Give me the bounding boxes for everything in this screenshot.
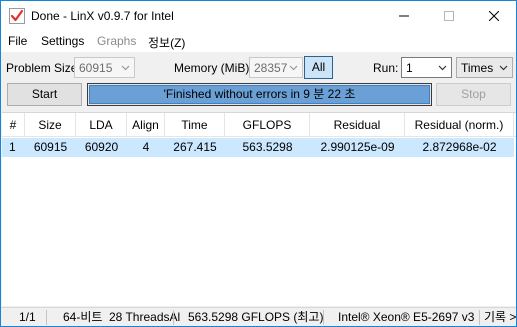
run-unit-combo[interactable]: Times <box>456 57 513 78</box>
memory-combo[interactable]: 28357 <box>249 57 303 78</box>
column-header-lda[interactable]: LDA <box>76 113 127 137</box>
start-button[interactable]: Start <box>7 83 82 106</box>
status-gflops: 563.5298 GFLOPS (최고) <box>188 310 324 324</box>
checkmark-app-icon <box>9 8 25 24</box>
cell-gflops: 563.5298 <box>242 140 293 154</box>
status-separator <box>173 310 174 325</box>
maximize-button[interactable] <box>426 1 471 31</box>
run-count-combo[interactable]: 1 <box>401 57 452 78</box>
problem-size-value: 60915 <box>79 61 113 75</box>
maximize-icon <box>443 11 454 21</box>
cell-size: 60915 <box>33 140 68 154</box>
run-unit-value: Times <box>461 61 494 75</box>
cell-residual: 2.990125e-09 <box>320 140 395 154</box>
chevron-down-icon <box>499 65 508 71</box>
status-separator <box>479 310 480 325</box>
column-header-residual-norm[interactable]: Residual (norm.) <box>405 113 514 137</box>
status-message: 'Finished without errors in 9 분 22 초 <box>163 87 356 101</box>
status-threads: 28 ThreadsAl <box>109 310 181 324</box>
column-header-gflops[interactable]: GFLOPS <box>225 113 310 137</box>
run-label: Run: <box>373 61 399 75</box>
column-header-time[interactable]: Time <box>165 113 225 137</box>
menu-bar: File Settings Graphs 정보(Z) <box>1 31 516 52</box>
all-memory-button[interactable]: All <box>304 56 333 79</box>
column-header-size[interactable]: Size <box>25 113 76 137</box>
title-bar[interactable]: Done - LinX v0.9.7 for Intel <box>1 1 516 31</box>
log-button[interactable]: 기록 > <box>484 308 516 327</box>
table-header: # Size LDA Align Time GFLOPS Residual Re… <box>2 113 516 137</box>
chevron-down-icon <box>289 65 298 71</box>
minimize-button[interactable] <box>381 1 426 31</box>
menu-info[interactable]: 정보(Z) <box>148 34 185 51</box>
close-icon <box>488 11 499 21</box>
status-bits: 64-비트 <box>63 310 103 324</box>
status-cpu: Intel® Xeon® E5-2697 v3 <box>338 310 475 324</box>
cell-align: 4 <box>142 140 150 154</box>
column-header-align[interactable]: Align <box>127 113 165 137</box>
menu-graphs[interactable]: Graphs <box>97 34 136 48</box>
status-run-count: 1/1 <box>19 310 36 324</box>
cell-lda: 60920 <box>84 140 119 154</box>
column-header-index[interactable]: # <box>2 113 25 137</box>
cell-time: 267.415 <box>173 140 217 154</box>
problem-size-combo[interactable]: 60915 <box>74 57 135 78</box>
column-header-residual[interactable]: Residual <box>310 113 405 137</box>
minimize-icon <box>398 15 409 17</box>
status-bar: 1/1 64-비트 28 ThreadsAl 563.5298 GFLOPS (… <box>1 307 516 326</box>
menu-settings[interactable]: Settings <box>41 34 84 48</box>
memory-label: Memory (MiB): <box>174 61 253 75</box>
status-separator <box>323 310 324 325</box>
chevron-down-icon <box>121 65 130 71</box>
chevron-down-icon <box>438 65 447 71</box>
window-title: Done - LinX v0.9.7 for Intel <box>31 9 174 23</box>
linx-window: Done - LinX v0.9.7 for Intel File Settin… <box>0 0 517 327</box>
close-button[interactable] <box>471 1 516 31</box>
memory-value: 28357 <box>254 61 288 75</box>
menu-file[interactable]: File <box>8 34 27 48</box>
table-row[interactable]: 1 60915 60920 4 267.415 563.5298 2.99012… <box>2 138 514 157</box>
run-count-value: 1 <box>406 61 413 75</box>
cell-residual-norm: 2.872968e-02 <box>422 140 497 154</box>
cell-index: 1 <box>9 140 16 154</box>
problem-size-label: Problem Size: <box>6 61 81 75</box>
status-separator <box>46 310 47 325</box>
results-table[interactable]: # Size LDA Align Time GFLOPS Residual Re… <box>2 112 516 306</box>
stop-button[interactable]: Stop <box>436 83 511 106</box>
progress-bar: 'Finished without errors in 9 분 22 초 <box>87 83 432 106</box>
